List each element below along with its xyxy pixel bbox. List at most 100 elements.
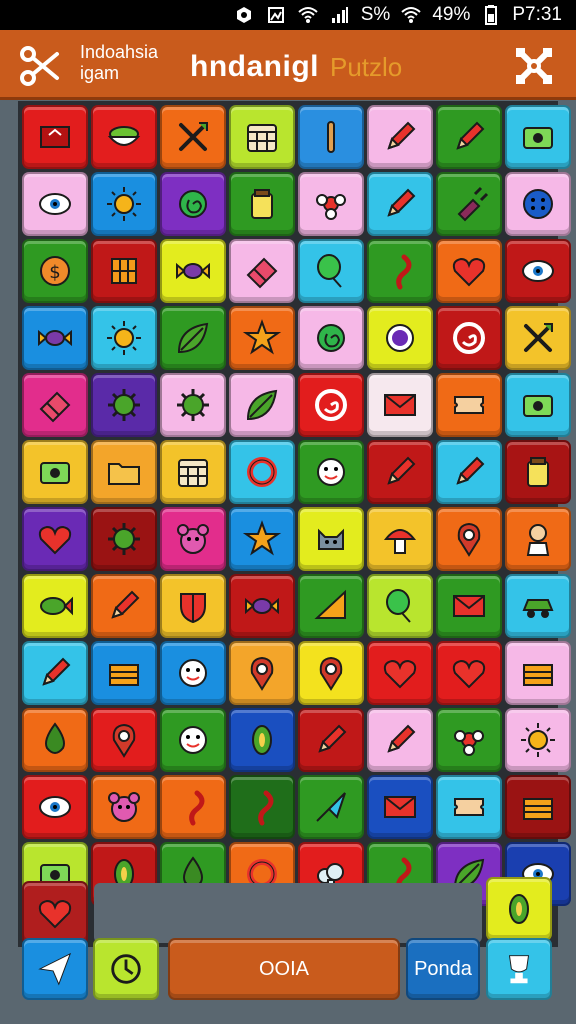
tile[interactable]	[22, 105, 88, 169]
tile[interactable]	[367, 373, 433, 437]
tile-bottom-left[interactable]	[22, 881, 88, 945]
tile[interactable]	[436, 775, 502, 839]
tile[interactable]	[229, 775, 295, 839]
tile[interactable]	[505, 708, 571, 772]
tile[interactable]	[298, 641, 364, 705]
tile[interactable]	[505, 239, 571, 303]
tile[interactable]	[22, 373, 88, 437]
tile[interactable]	[91, 574, 157, 638]
tile[interactable]	[505, 306, 571, 370]
tile[interactable]	[22, 641, 88, 705]
tile[interactable]	[229, 641, 295, 705]
tile[interactable]	[91, 105, 157, 169]
tile[interactable]	[298, 172, 364, 236]
tile[interactable]	[298, 574, 364, 638]
tile[interactable]	[91, 507, 157, 571]
tile[interactable]	[229, 373, 295, 437]
tile[interactable]	[367, 172, 433, 236]
tile[interactable]	[436, 373, 502, 437]
tile[interactable]	[505, 574, 571, 638]
tile[interactable]	[436, 507, 502, 571]
tile[interactable]	[160, 641, 226, 705]
tile[interactable]	[160, 306, 226, 370]
tile[interactable]	[436, 708, 502, 772]
tile[interactable]	[229, 239, 295, 303]
tile[interactable]	[22, 172, 88, 236]
tile[interactable]	[505, 641, 571, 705]
tile[interactable]	[367, 507, 433, 571]
tile[interactable]	[436, 440, 502, 504]
tile-bottom-right[interactable]	[486, 877, 552, 941]
tile[interactable]	[436, 105, 502, 169]
tile[interactable]	[229, 172, 295, 236]
tile[interactable]	[298, 105, 364, 169]
tile[interactable]	[367, 775, 433, 839]
tile[interactable]	[298, 507, 364, 571]
tile[interactable]	[298, 775, 364, 839]
tile[interactable]	[91, 239, 157, 303]
tile[interactable]	[505, 105, 571, 169]
tile[interactable]	[367, 105, 433, 169]
tile[interactable]	[229, 507, 295, 571]
tile[interactable]	[436, 239, 502, 303]
tile[interactable]	[505, 172, 571, 236]
tile[interactable]: $	[22, 239, 88, 303]
tile[interactable]	[505, 440, 571, 504]
heart-icon	[383, 659, 417, 689]
tile[interactable]	[22, 306, 88, 370]
tile[interactable]	[160, 507, 226, 571]
tile[interactable]	[436, 172, 502, 236]
clock-button[interactable]	[93, 938, 159, 1000]
tile[interactable]	[298, 440, 364, 504]
tile[interactable]	[298, 708, 364, 772]
tile[interactable]	[367, 641, 433, 705]
ponda-button[interactable]: Ponda	[406, 938, 480, 1000]
tile[interactable]	[229, 708, 295, 772]
tile[interactable]	[229, 440, 295, 504]
gear-icon[interactable]	[512, 44, 556, 88]
send-button[interactable]	[22, 938, 88, 1000]
tile[interactable]	[160, 105, 226, 169]
tile[interactable]	[367, 239, 433, 303]
tile[interactable]	[229, 574, 295, 638]
tile[interactable]	[436, 641, 502, 705]
tile[interactable]	[22, 708, 88, 772]
tile[interactable]	[367, 708, 433, 772]
center-action-button[interactable]: OOIA	[168, 938, 400, 1000]
tile[interactable]	[91, 440, 157, 504]
trophy-button[interactable]	[486, 938, 552, 1000]
tile[interactable]	[91, 708, 157, 772]
tile[interactable]	[22, 775, 88, 839]
tile[interactable]	[160, 172, 226, 236]
tile[interactable]	[91, 172, 157, 236]
tile[interactable]	[160, 440, 226, 504]
tile[interactable]	[367, 306, 433, 370]
tile[interactable]	[160, 775, 226, 839]
bottom-toolbar: OOIA Ponda	[18, 938, 558, 1004]
tile[interactable]	[22, 574, 88, 638]
tile[interactable]	[91, 641, 157, 705]
scissors-icon[interactable]	[18, 44, 62, 88]
tile[interactable]	[505, 373, 571, 437]
tile[interactable]	[91, 373, 157, 437]
tile[interactable]	[229, 105, 295, 169]
tile[interactable]	[160, 239, 226, 303]
tile[interactable]	[298, 373, 364, 437]
tile[interactable]	[298, 306, 364, 370]
tile[interactable]	[505, 507, 571, 571]
tile[interactable]	[22, 507, 88, 571]
flower-icon	[316, 194, 346, 220]
tile[interactable]	[436, 306, 502, 370]
tile[interactable]	[505, 775, 571, 839]
tile[interactable]	[367, 574, 433, 638]
tile[interactable]	[160, 708, 226, 772]
tile[interactable]	[160, 574, 226, 638]
tile[interactable]	[367, 440, 433, 504]
tile[interactable]	[160, 373, 226, 437]
tile[interactable]	[229, 306, 295, 370]
tile[interactable]	[91, 306, 157, 370]
tile[interactable]	[22, 440, 88, 504]
tile[interactable]	[298, 239, 364, 303]
tile[interactable]	[436, 574, 502, 638]
tile[interactable]	[91, 775, 157, 839]
